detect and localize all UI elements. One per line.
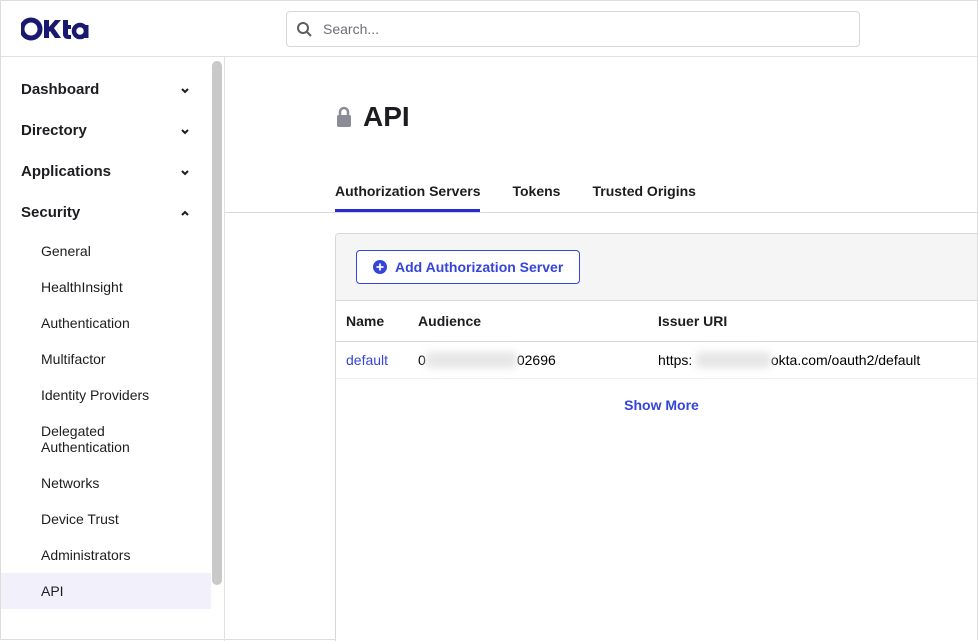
- nav-group-dashboard: Dashboard: [1, 69, 211, 110]
- audience-prefix: 0: [418, 352, 426, 368]
- issuer-prefix: https:: [658, 352, 692, 368]
- server-name-link[interactable]: default: [336, 342, 408, 379]
- add-button-label: Add Authorization Server: [395, 259, 563, 275]
- sidebar-item-networks[interactable]: Networks: [1, 465, 211, 501]
- sidebar-item-administrators[interactable]: Administrators: [1, 537, 211, 573]
- lock-icon: [335, 106, 353, 128]
- search-container: [229, 11, 917, 47]
- tab-trusted-origins[interactable]: Trusted Origins: [592, 173, 695, 212]
- column-header-audience: Audience: [408, 301, 648, 342]
- sidebar-item-delegated-authentication[interactable]: Delegated Authentication: [1, 413, 211, 465]
- column-header-name: Name: [336, 301, 408, 342]
- sidebar-item-dashboard[interactable]: Dashboard: [1, 69, 211, 110]
- issuer-cell: https: //xxxxxxxxx.okta.com/oauth2/defau…: [648, 342, 977, 379]
- search-box: [286, 11, 860, 47]
- sidebar-item-api[interactable]: API: [1, 573, 211, 609]
- nav-group-directory: Directory: [1, 110, 211, 151]
- body-container: Dashboard Directory Applications: [1, 57, 977, 641]
- main-content: API Authorization Servers Tokens Trusted…: [225, 57, 977, 641]
- search-icon: [296, 21, 312, 37]
- add-authorization-server-button[interactable]: Add Authorization Server: [356, 250, 580, 284]
- tab-tokens[interactable]: Tokens: [512, 173, 560, 212]
- sidebar-label: Security: [21, 204, 80, 221]
- tab-authorization-servers[interactable]: Authorization Servers: [335, 173, 480, 212]
- sidebar-wrapper: Dashboard Directory Applications: [1, 57, 225, 641]
- column-header-issuer: Issuer URI: [648, 301, 977, 342]
- sidebar-label: Dashboard: [21, 81, 99, 98]
- sidebar-item-general[interactable]: General: [1, 233, 211, 269]
- plus-circle-icon: [373, 260, 387, 274]
- sidebar-label: Applications: [21, 163, 111, 180]
- page-title: API: [363, 101, 410, 133]
- audience-redacted: xxxxxxxxxxxxx: [426, 352, 517, 368]
- sidebar-label: Directory: [21, 122, 87, 139]
- search-input[interactable]: [286, 11, 860, 47]
- sidebar-item-applications[interactable]: Applications: [1, 151, 211, 192]
- table-padding: [336, 431, 977, 641]
- chevron-up-icon: [179, 207, 191, 219]
- header: [1, 1, 977, 57]
- issuer-suffix: okta.com/oauth2/default: [771, 352, 920, 368]
- nav-group-applications: Applications: [1, 151, 211, 192]
- sidebar-item-security[interactable]: Security: [1, 192, 211, 233]
- chevron-down-icon: [179, 125, 191, 137]
- auth-servers-table: Name Audience Issuer URI default 0xxxxxx…: [336, 301, 977, 431]
- table-toolbar: Add Authorization Server: [336, 234, 977, 301]
- sidebar-item-directory[interactable]: Directory: [1, 110, 211, 151]
- chevron-down-icon: [179, 84, 191, 96]
- audience-cell: 0xxxxxxxxxxxxx02696: [408, 342, 648, 379]
- sidebar-item-device-trust[interactable]: Device Trust: [1, 501, 211, 537]
- nav-group-security: Security General HealthInsight Authentic…: [1, 192, 211, 609]
- audience-suffix: 02696: [517, 352, 556, 368]
- sidebar-item-authentication[interactable]: Authentication: [1, 305, 211, 341]
- tabs: Authorization Servers Tokens Trusted Ori…: [225, 173, 977, 213]
- sidebar-item-identity-providers[interactable]: Identity Providers: [1, 377, 211, 413]
- sidebar-item-healthinsight[interactable]: HealthInsight: [1, 269, 211, 305]
- show-more-link[interactable]: Show More: [624, 397, 699, 413]
- issuer-redacted: //xxxxxxxxx.: [696, 352, 771, 368]
- logo: [21, 17, 89, 41]
- scrollbar-thumb[interactable]: [212, 61, 222, 585]
- sidebar-item-multifactor[interactable]: Multifactor: [1, 341, 211, 377]
- table-section: Add Authorization Server Name Audience I…: [335, 233, 977, 641]
- table-row: default 0xxxxxxxxxxxxx02696 https: //xxx…: [336, 342, 977, 379]
- sidebar: Dashboard Directory Applications: [1, 57, 211, 641]
- security-subitems: General HealthInsight Authentication Mul…: [1, 233, 211, 609]
- show-more-row: Show More: [336, 379, 977, 432]
- page-title-row: API: [225, 101, 977, 133]
- table-header-row: Name Audience Issuer URI: [336, 301, 977, 342]
- chevron-down-icon: [179, 166, 191, 178]
